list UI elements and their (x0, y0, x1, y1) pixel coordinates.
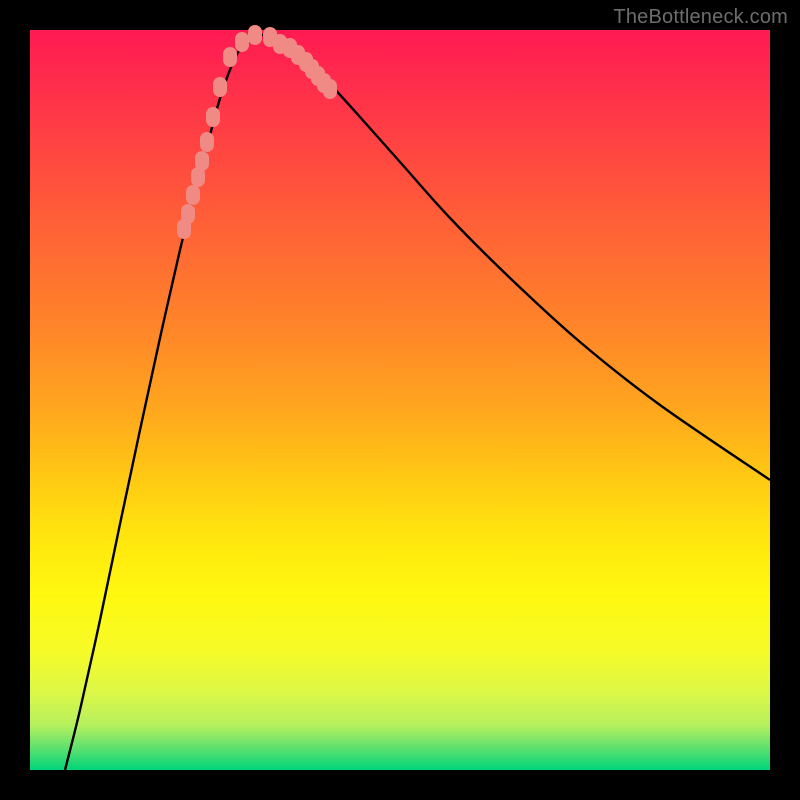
data-dot (206, 107, 220, 127)
dots-right (263, 27, 337, 99)
dots-left (177, 25, 262, 239)
data-dot (248, 25, 262, 45)
data-dot (223, 47, 237, 67)
data-dot (186, 185, 200, 205)
chart-frame: TheBottleneck.com (0, 0, 800, 800)
chart-svg (30, 30, 770, 770)
data-dot (235, 32, 249, 52)
bottleneck-curve (65, 35, 770, 770)
plot-area (30, 30, 770, 770)
data-dot (323, 79, 337, 99)
data-dot (213, 77, 227, 97)
data-dot (181, 204, 195, 224)
data-dot (195, 151, 209, 171)
watermark-text: TheBottleneck.com (613, 6, 788, 29)
data-dot (200, 132, 214, 152)
